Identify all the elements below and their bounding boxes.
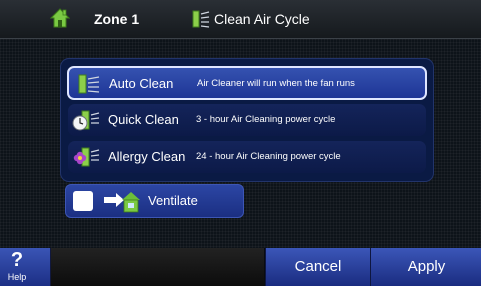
option-description: Air Cleaner will run when the fan runs [197,78,355,89]
footer-spacer [51,248,264,286]
cancel-label: Cancel [294,258,342,275]
home-icon[interactable] [50,8,70,28]
help-button[interactable]: ? Help [0,248,51,286]
ventilate-toggle[interactable]: Ventilate [65,184,244,218]
footer-bar: ? Help Cancel Apply [0,248,481,286]
help-icon: ? [10,249,24,271]
ventilate-label: Ventilate [148,193,198,208]
ventilate-icon [104,192,140,213]
air-filter-icon [78,74,100,94]
screen: Zone 1 Clean Air Cycle Auto Clean Air Cl… [0,0,481,286]
option-name: Auto Clean [109,76,174,91]
option-auto-clean[interactable]: Auto Clean Air Cleaner will run when the… [67,66,427,100]
zone-label: Zone 1 [94,11,140,27]
clock-filter-icon [72,110,100,131]
air-filter-icon [192,10,210,28]
option-allergy-clean[interactable]: Allergy Clean 24 - hour Air Cleaning pow… [68,141,426,173]
option-quick-clean[interactable]: Quick Clean 3 - hour Air Cleaning power … [68,104,426,136]
option-description: 3 - hour Air Cleaning power cycle [196,114,336,125]
clean-options-panel: Auto Clean Air Cleaner will run when the… [60,58,434,182]
apply-label: Apply [407,258,446,275]
option-name: Quick Clean [108,112,179,127]
option-description: 24 - hour Air Cleaning power cycle [196,151,341,162]
flower-filter-icon [73,147,100,167]
help-label: Help [7,272,27,282]
header-bar: Zone 1 Clean Air Cycle [0,0,481,39]
apply-button[interactable]: Apply [370,248,481,286]
cancel-button[interactable]: Cancel [265,248,370,286]
mode-title: Clean Air Cycle [214,11,310,27]
ventilate-checkbox[interactable] [73,191,93,211]
option-name: Allergy Clean [108,149,186,164]
